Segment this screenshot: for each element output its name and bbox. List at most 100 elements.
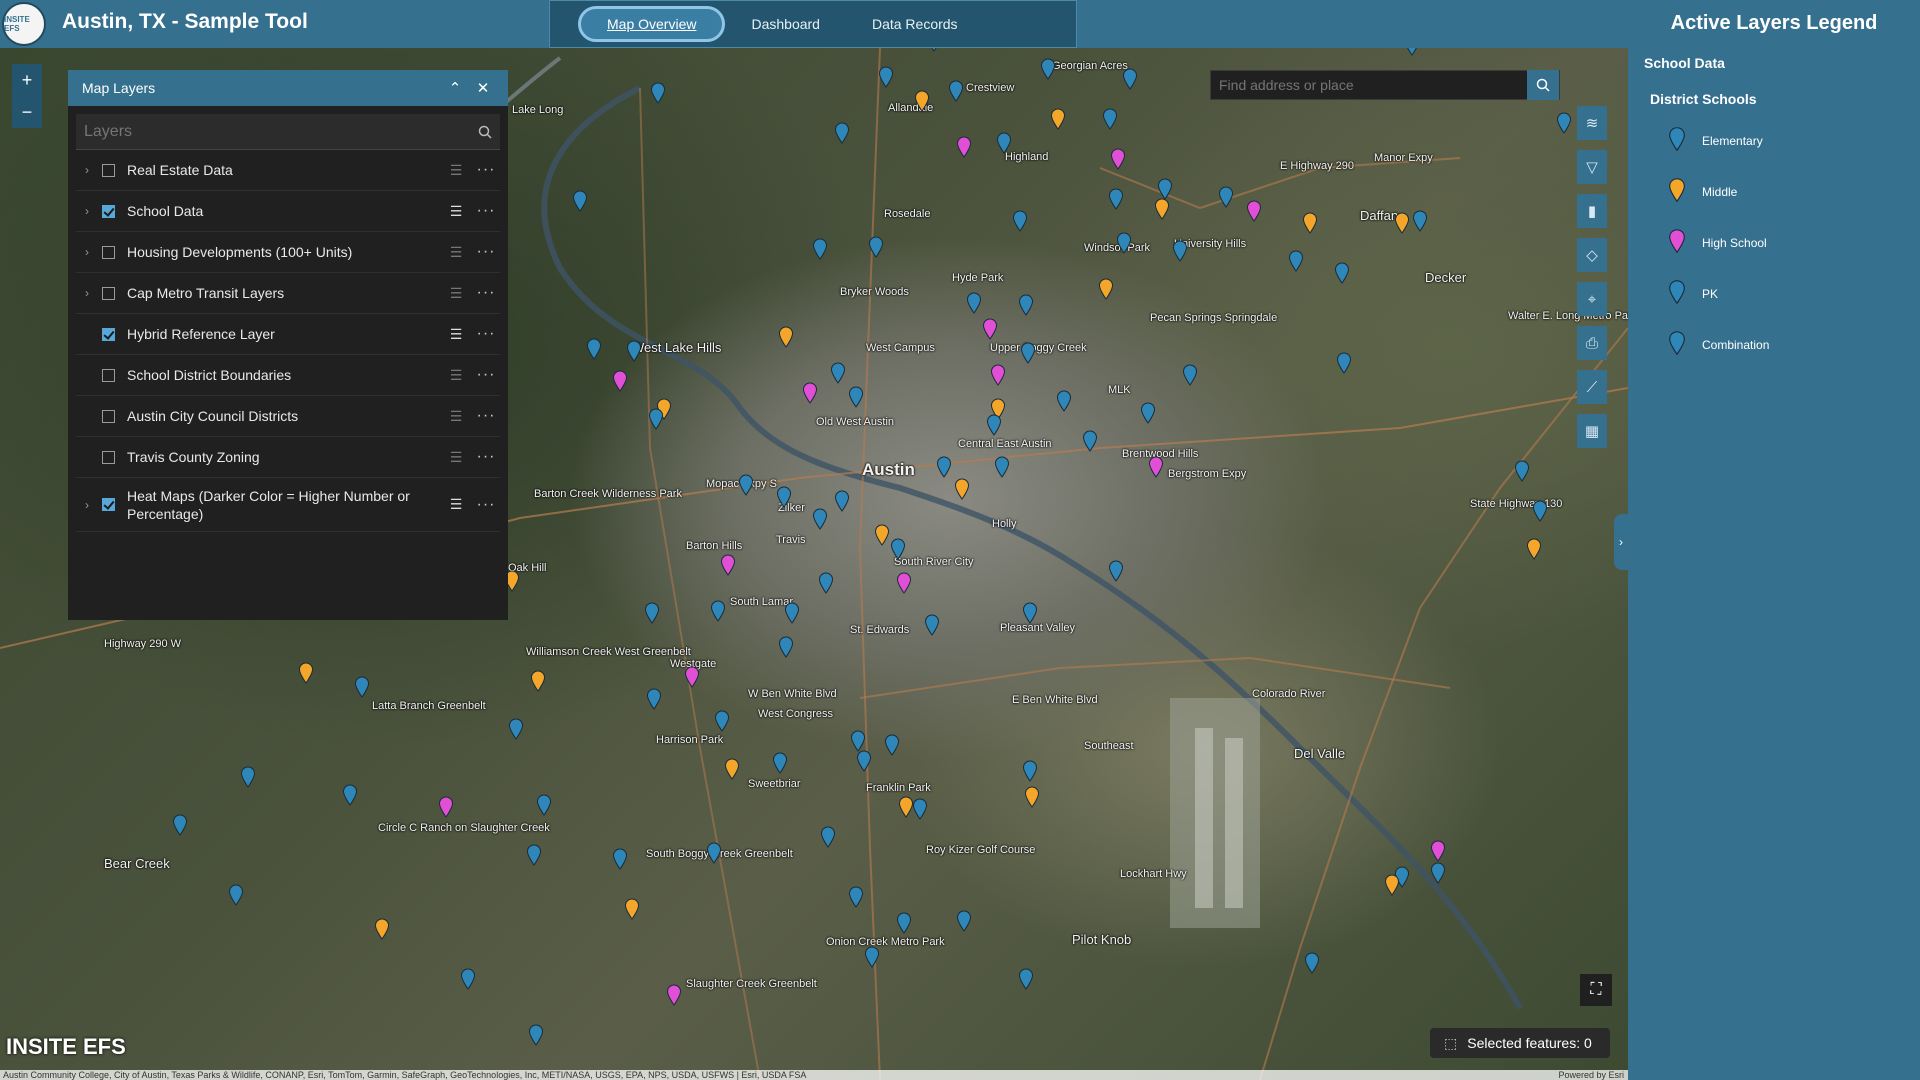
school-pin-elementary[interactable] <box>1012 210 1028 232</box>
school-pin-high-school[interactable] <box>802 382 818 404</box>
layers-tool-button[interactable]: ≋ <box>1577 106 1607 140</box>
basemap-tool-button[interactable]: ◇ <box>1577 238 1607 272</box>
school-pin-elementary[interactable] <box>834 122 850 144</box>
school-pin-middle[interactable] <box>778 326 794 348</box>
school-pin-elementary[interactable] <box>996 132 1012 154</box>
more-options-icon[interactable]: ··· <box>472 366 500 384</box>
school-pin-middle[interactable] <box>374 918 390 940</box>
school-pin-elementary[interactable] <box>948 80 964 102</box>
school-pin-elementary[interactable] <box>1122 68 1138 90</box>
layer-visibility-checkbox[interactable] <box>102 163 115 177</box>
more-options-icon[interactable]: ··· <box>472 496 500 514</box>
school-pin-elementary[interactable] <box>778 636 794 658</box>
school-pin-elementary[interactable] <box>172 814 188 836</box>
school-pin-elementary[interactable] <box>1056 390 1072 412</box>
school-pin-elementary[interactable] <box>850 730 866 752</box>
layer-visibility-checkbox[interactable] <box>102 409 115 423</box>
school-pin-elementary[interactable] <box>228 884 244 906</box>
school-pin-elementary[interactable] <box>924 614 940 636</box>
school-pin-elementary[interactable] <box>586 338 602 360</box>
school-pin-elementary[interactable] <box>1018 968 1034 990</box>
school-pin-high-school[interactable] <box>1110 148 1126 170</box>
legend-list-icon[interactable]: ☰ <box>440 203 472 220</box>
layer-visibility-checkbox[interactable] <box>102 498 115 511</box>
chevron-right-icon[interactable]: › <box>76 204 98 218</box>
fullscreen-button[interactable]: ⛶ <box>1580 974 1612 1006</box>
school-pin-elementary[interactable] <box>706 842 722 864</box>
school-pin-elementary[interactable] <box>1108 188 1124 210</box>
school-pin-elementary[interactable] <box>1140 402 1156 424</box>
school-pin-elementary[interactable] <box>1430 862 1446 884</box>
school-pin-elementary[interactable] <box>986 414 1002 436</box>
legend-list-icon[interactable]: ☰ <box>440 367 472 384</box>
school-pin-elementary[interactable] <box>572 190 588 212</box>
school-pin-elementary[interactable] <box>830 362 846 384</box>
school-pin-elementary[interactable] <box>1336 352 1352 374</box>
layer-row[interactable]: Hybrid Reference Layer ☰ ··· <box>76 314 500 355</box>
school-pin-elementary[interactable] <box>834 490 850 512</box>
school-pin-elementary[interactable] <box>856 750 872 772</box>
school-pin-elementary[interactable] <box>896 912 912 934</box>
school-pin-elementary[interactable] <box>820 826 836 848</box>
layer-search-input[interactable] <box>84 122 478 141</box>
powered-by-esri[interactable]: Powered by Esri <box>1558 1070 1624 1080</box>
school-pin-elementary[interactable] <box>912 798 928 820</box>
school-pin-elementary[interactable] <box>646 688 662 710</box>
school-pin-middle[interactable] <box>624 898 640 920</box>
school-pin-middle[interactable] <box>1050 108 1066 130</box>
school-pin-high-school[interactable] <box>684 666 700 688</box>
school-pin-middle[interactable] <box>1384 874 1400 896</box>
layer-row[interactable]: Travis County Zoning ☰ ··· <box>76 437 500 478</box>
layer-row[interactable]: › Heat Maps (Darker Color = Higher Number… <box>76 478 500 532</box>
school-pin-elementary[interactable] <box>1018 294 1034 316</box>
legend-list-icon[interactable]: ☰ <box>440 326 472 343</box>
more-options-icon[interactable]: ··· <box>472 243 500 261</box>
school-pin-elementary[interactable] <box>508 718 524 740</box>
school-pin-elementary[interactable] <box>868 236 884 258</box>
chevron-right-icon[interactable]: › <box>76 286 98 300</box>
school-pin-elementary[interactable] <box>1532 500 1548 522</box>
school-pin-middle[interactable] <box>954 478 970 500</box>
widgets-tool-button[interactable]: ▦ <box>1577 414 1607 448</box>
school-pin-elementary[interactable] <box>1404 48 1420 56</box>
school-pin-middle[interactable] <box>874 524 890 546</box>
school-pin-elementary[interactable] <box>784 602 800 624</box>
school-pin-high-school[interactable] <box>982 318 998 340</box>
layer-visibility-checkbox[interactable] <box>102 204 115 218</box>
school-pin-high-school[interactable] <box>956 136 972 158</box>
school-pin-elementary[interactable] <box>926 48 942 52</box>
legend-list-icon[interactable]: ☰ <box>440 244 472 261</box>
layer-visibility-checkbox[interactable] <box>102 450 115 464</box>
layer-row[interactable]: › Housing Developments (100+ Units) ☰ ··· <box>76 232 500 273</box>
more-options-icon[interactable]: ··· <box>472 448 500 466</box>
school-pin-elementary[interactable] <box>240 766 256 788</box>
school-pin-elementary[interactable] <box>1116 232 1132 254</box>
school-pin-elementary[interactable] <box>1334 262 1350 284</box>
layer-row[interactable]: School District Boundaries ☰ ··· <box>76 355 500 396</box>
school-pin-elementary[interactable] <box>738 474 754 496</box>
school-pin-high-school[interactable] <box>896 572 912 594</box>
app-logo[interactable]: INSITE EFS <box>2 2 46 46</box>
school-pin-elementary[interactable] <box>1020 342 1036 364</box>
layer-visibility-checkbox[interactable] <box>102 286 115 300</box>
school-pin-elementary[interactable] <box>1182 364 1198 386</box>
address-search-input[interactable] <box>1211 77 1527 93</box>
search-icon[interactable] <box>478 125 492 139</box>
school-pin-high-school[interactable] <box>720 554 736 576</box>
school-pin-elementary[interactable] <box>956 910 972 932</box>
layer-visibility-checkbox[interactable] <box>102 368 115 382</box>
school-pin-elementary[interactable] <box>612 848 628 870</box>
school-pin-elementary[interactable] <box>1022 760 1038 782</box>
layer-row[interactable]: › Real Estate Data ☰ ··· <box>76 150 500 191</box>
school-pin-elementary[interactable] <box>812 238 828 260</box>
zoom-out-button[interactable]: − <box>22 102 33 123</box>
layer-row[interactable]: Austin City Council Districts ☰ ··· <box>76 396 500 437</box>
legend-list-icon[interactable]: ☰ <box>440 496 472 513</box>
school-pin-elementary[interactable] <box>648 408 664 430</box>
school-pin-elementary[interactable] <box>354 676 370 698</box>
legend-list-icon[interactable]: ☰ <box>440 162 472 179</box>
school-pin-elementary[interactable] <box>936 456 952 478</box>
more-options-icon[interactable]: ··· <box>472 284 500 302</box>
measure-tool-button[interactable]: ⟋ <box>1577 370 1607 404</box>
layer-row[interactable]: › Cap Metro Transit Layers ☰ ··· <box>76 273 500 314</box>
